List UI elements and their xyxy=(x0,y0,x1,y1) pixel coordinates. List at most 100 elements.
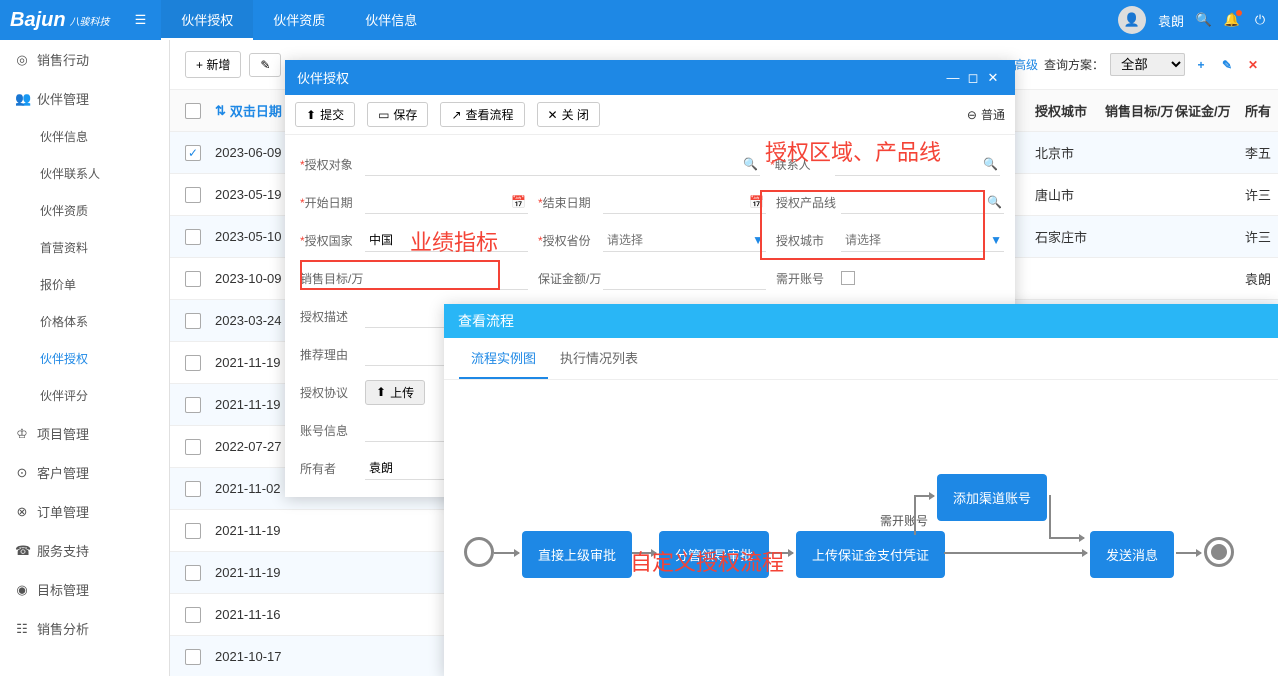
bell-icon[interactable]: 🔔 xyxy=(1224,12,1240,28)
side-customer[interactable]: ⊙客户管理 xyxy=(0,453,169,492)
flow-node-5[interactable]: 发送消息 xyxy=(1090,531,1174,578)
select-all-checkbox[interactable] xyxy=(185,103,201,119)
chart-icon: ☷ xyxy=(15,621,29,637)
row-checkbox[interactable] xyxy=(185,439,201,455)
input-contact[interactable] xyxy=(835,153,1000,176)
side-analysis[interactable]: ☷销售分析 xyxy=(0,609,169,648)
side-service[interactable]: ☎服务支持 xyxy=(0,531,169,570)
flow-node-3[interactable]: 上传保证金支付凭证 xyxy=(796,531,945,578)
user-name[interactable]: 袁朗 xyxy=(1158,11,1184,30)
row-checkbox[interactable] xyxy=(185,649,201,665)
row-checkbox[interactable] xyxy=(185,523,201,539)
row-checkbox[interactable] xyxy=(185,607,201,623)
advanced-link[interactable]: 高级 xyxy=(1014,56,1038,73)
close-icon[interactable]: ✕ xyxy=(983,70,1003,86)
row-checkbox[interactable] xyxy=(185,271,201,287)
scheme-edit-icon[interactable]: ✎ xyxy=(1217,55,1237,75)
col-city[interactable]: 授权城市 xyxy=(1035,101,1105,120)
col-target[interactable]: 销售目标/万 xyxy=(1105,101,1175,120)
edit-button[interactable]: ✎ xyxy=(249,53,281,77)
input-target[interactable] xyxy=(365,153,760,176)
row-checkbox[interactable] xyxy=(185,187,201,203)
side-partner-info[interactable]: 伙伴信息 xyxy=(0,118,169,155)
upload-button[interactable]: ⬆ 上传 xyxy=(365,380,425,405)
side-partner-contact[interactable]: 伙伴联系人 xyxy=(0,155,169,192)
side-quote[interactable]: 报价单 xyxy=(0,266,169,303)
side-order[interactable]: ⊗订单管理 xyxy=(0,492,169,531)
target-icon: ⊙ xyxy=(15,465,29,481)
search-icon[interactable]: 🔍 xyxy=(1196,12,1212,28)
mode-toggle[interactable]: ⊖ 普通 xyxy=(967,106,1005,123)
tab-qual[interactable]: 伙伴资质 xyxy=(253,0,345,40)
row-checkbox[interactable] xyxy=(185,481,201,497)
hamburger-icon[interactable]: ☰ xyxy=(135,12,147,28)
power-icon[interactable]: ⏻ xyxy=(1252,12,1268,28)
maximize-icon[interactable]: ◻ xyxy=(963,70,983,86)
logo: Bajun 八骏科技 xyxy=(10,9,110,32)
sidebar: ◎销售行动 👥伙伴管理 伙伴信息 伙伴联系人 伙伴资质 首营资料 报价单 价格体… xyxy=(0,40,170,676)
row-checkbox[interactable] xyxy=(185,145,201,161)
row-checkbox[interactable] xyxy=(185,313,201,329)
modal-title: 伙伴授权 xyxy=(297,68,349,87)
flow-node-4[interactable]: 添加渠道账号 xyxy=(937,474,1047,521)
flow-end-node xyxy=(1204,537,1234,567)
flow-node-1[interactable]: 直接上级审批 xyxy=(522,531,632,578)
scheme-label: 查询方案： xyxy=(1044,56,1104,73)
side-price[interactable]: 价格体系 xyxy=(0,303,169,340)
side-goal[interactable]: ◉目标管理 xyxy=(0,570,169,609)
header-tabs: 伙伴授权 伙伴资质 伙伴信息 xyxy=(161,0,437,40)
input-end[interactable] xyxy=(603,191,766,214)
input-country[interactable] xyxy=(365,229,528,252)
save-button[interactable]: ▭ 保存 xyxy=(367,102,428,127)
modal-flow: 查看流程 流程实例图 执行情况列表 直接上级审批 分管领导审批 上传保证金支付凭… xyxy=(444,304,1278,676)
side-partner-mgmt[interactable]: 👥伙伴管理 xyxy=(0,79,169,118)
side-partner-auth[interactable]: 伙伴授权 xyxy=(0,340,169,377)
app-header: Bajun 八骏科技 ☰ 伙伴授权 伙伴资质 伙伴信息 👤 袁朗 🔍 🔔 ⏻ xyxy=(0,0,1278,40)
input-sales[interactable] xyxy=(365,267,528,290)
input-product[interactable] xyxy=(841,191,1004,214)
chk-account[interactable] xyxy=(841,271,855,285)
close-button[interactable]: ✕ 关 闭 xyxy=(537,102,600,127)
side-sales-action[interactable]: ◎销售行动 xyxy=(0,40,169,79)
side-partner-qual[interactable]: 伙伴资质 xyxy=(0,192,169,229)
flow-tab-list[interactable]: 执行情况列表 xyxy=(548,338,650,379)
row-checkbox[interactable] xyxy=(185,397,201,413)
modal-btn-bar: ⬆ 提交 ▭ 保存 ↗ 查看流程 ✕ 关 闭 ⊖ 普通 xyxy=(285,95,1015,135)
submit-button[interactable]: ⬆ 提交 xyxy=(295,102,355,127)
row-checkbox[interactable] xyxy=(185,355,201,371)
dashboard-icon: ◎ xyxy=(15,52,29,68)
lbl-province: *授权省份 xyxy=(538,232,603,249)
scheme-del-icon[interactable]: ✕ xyxy=(1243,55,1263,75)
col-owner[interactable]: 所有 xyxy=(1245,101,1278,120)
view-flow-button[interactable]: ↗ 查看流程 xyxy=(440,102,524,127)
input-start[interactable] xyxy=(365,191,528,214)
tab-info[interactable]: 伙伴信息 xyxy=(345,0,437,40)
side-first-material[interactable]: 首营资料 xyxy=(0,229,169,266)
avatar[interactable]: 👤 xyxy=(1118,6,1146,34)
side-project[interactable]: ♔项目管理 xyxy=(0,414,169,453)
new-button[interactable]: + 新增 xyxy=(185,51,241,78)
tab-auth[interactable]: 伙伴授权 xyxy=(161,0,253,40)
lbl-reason: 推荐理由 xyxy=(300,346,365,363)
flow-tab-diagram[interactable]: 流程实例图 xyxy=(459,338,548,379)
col-deposit[interactable]: 保证金/万 xyxy=(1175,101,1245,120)
row-checkbox[interactable] xyxy=(185,229,201,245)
lbl-sales: 销售目标/万 xyxy=(300,270,365,287)
cell-owner: 李五 xyxy=(1245,143,1278,162)
modal-title-bar: 伙伴授权 — ◻ ✕ xyxy=(285,60,1015,95)
input-city[interactable] xyxy=(841,229,1004,252)
minimize-icon[interactable]: — xyxy=(943,70,963,85)
scheme-select[interactable]: 全部 xyxy=(1110,53,1185,76)
flow-vline xyxy=(914,495,916,535)
flow-arrow xyxy=(494,552,519,554)
headset-icon: ☎ xyxy=(15,543,29,559)
row-checkbox[interactable] xyxy=(185,565,201,581)
side-partner-score[interactable]: 伙伴评分 xyxy=(0,377,169,414)
flow-node-2[interactable]: 分管领导审批 xyxy=(659,531,769,578)
input-province[interactable] xyxy=(603,229,766,252)
scheme-add-icon[interactable]: + xyxy=(1191,55,1211,75)
crown-icon: ♔ xyxy=(15,426,29,442)
input-deposit[interactable] xyxy=(603,267,766,290)
flow-arrow xyxy=(769,552,793,554)
lbl-account: 需开账号 xyxy=(776,270,841,287)
